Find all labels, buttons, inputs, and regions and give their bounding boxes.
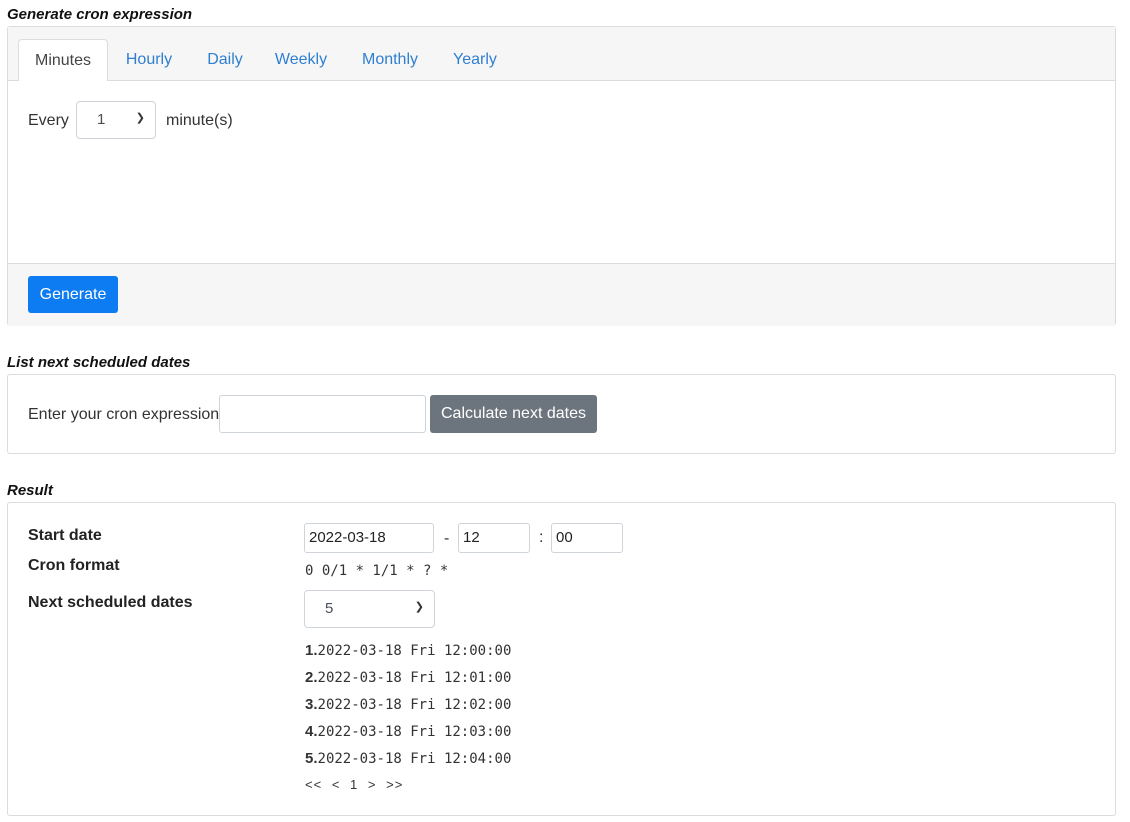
tab-strip: Minutes Hourly Daily Weekly Monthly Year… [8, 27, 1115, 82]
last-page-link[interactable]: >> [386, 777, 403, 792]
current-page[interactable]: 1 [350, 777, 358, 792]
first-page-link[interactable]: << [305, 777, 322, 792]
date-time-separator: - [444, 530, 450, 547]
date-value: 2022-03-18 Fri 12:03:00 [317, 724, 512, 740]
minutes-panel: Every 1 ❯ minute(s) [8, 81, 1115, 263]
start-minute-input[interactable]: 00 [551, 523, 623, 553]
date-value: 2022-03-18 Fri 12:00:00 [317, 643, 512, 659]
tab-weekly[interactable]: Weekly [267, 39, 335, 81]
list-item: 1.2022-03-18 Fri 12:00:00 [305, 642, 511, 669]
start-date-label: Start date [28, 527, 102, 544]
chevron-down-icon: ❯ [135, 112, 145, 125]
generate-footer: Generate [8, 263, 1115, 326]
date-index: 1. [305, 642, 318, 659]
scheduled-dates-list: 1.2022-03-18 Fri 12:00:00 2.2022-03-18 F… [305, 642, 511, 777]
tab-hourly[interactable]: Hourly [115, 39, 183, 81]
list-card: Enter your cron expression Calculate nex… [7, 374, 1116, 454]
next-dates-count-value: 5 [325, 600, 334, 617]
list-item: 2.2022-03-18 Fri 12:01:00 [305, 669, 511, 696]
generate-button[interactable]: Generate [28, 276, 118, 313]
generate-card: Minutes Hourly Daily Weekly Monthly Year… [7, 26, 1116, 326]
generate-section-title: Generate cron expression [7, 6, 193, 23]
tab-monthly[interactable]: Monthly [350, 39, 430, 81]
date-value: 2022-03-18 Fri 12:02:00 [317, 697, 512, 713]
next-dates-count-select[interactable]: 5 ❯ [304, 590, 435, 628]
list-item: 4.2022-03-18 Fri 12:03:00 [305, 723, 511, 750]
date-value: 2022-03-18 Fri 12:04:00 [317, 751, 512, 767]
list-item: 5.2022-03-18 Fri 12:04:00 [305, 750, 511, 777]
minutes-unit-label: minute(s) [166, 112, 233, 129]
date-index: 2. [305, 669, 318, 686]
date-value: 2022-03-18 Fri 12:01:00 [317, 670, 512, 686]
cron-format-value: 0 0/1 * 1/1 * ? * [305, 563, 449, 579]
date-index: 3. [305, 696, 318, 713]
hour-minute-separator: : [539, 529, 544, 546]
date-index: 5. [305, 750, 318, 767]
date-index: 4. [305, 723, 318, 740]
next-dates-label: Next scheduled dates [28, 594, 193, 611]
next-page-link[interactable]: > [368, 777, 377, 792]
tab-minutes[interactable]: Minutes [18, 39, 108, 82]
calculate-next-dates-button[interactable]: Calculate next dates [430, 395, 597, 433]
cron-expression-input[interactable] [219, 395, 426, 433]
start-hour-input[interactable]: 12 [458, 523, 530, 553]
minute-interval-value: 1 [97, 111, 106, 128]
prev-page-link[interactable]: < [332, 777, 341, 792]
result-section-title: Result [7, 482, 53, 499]
tab-daily[interactable]: Daily [197, 39, 253, 81]
cron-format-label: Cron format [28, 557, 120, 574]
cron-expression-label: Enter your cron expression [28, 406, 220, 423]
start-date-input[interactable]: 2022-03-18 [304, 523, 434, 553]
pagination: << < 1 > >> [305, 777, 408, 792]
list-section-title: List next scheduled dates [7, 354, 191, 371]
every-label: Every [28, 112, 69, 129]
result-card: Start date 2022-03-18 - 12 : 00 Cron for… [7, 502, 1116, 816]
tab-yearly[interactable]: Yearly [444, 39, 506, 81]
chevron-down-icon: ❯ [414, 601, 424, 614]
minute-interval-select[interactable]: 1 ❯ [76, 101, 156, 139]
list-item: 3.2022-03-18 Fri 12:02:00 [305, 696, 511, 723]
